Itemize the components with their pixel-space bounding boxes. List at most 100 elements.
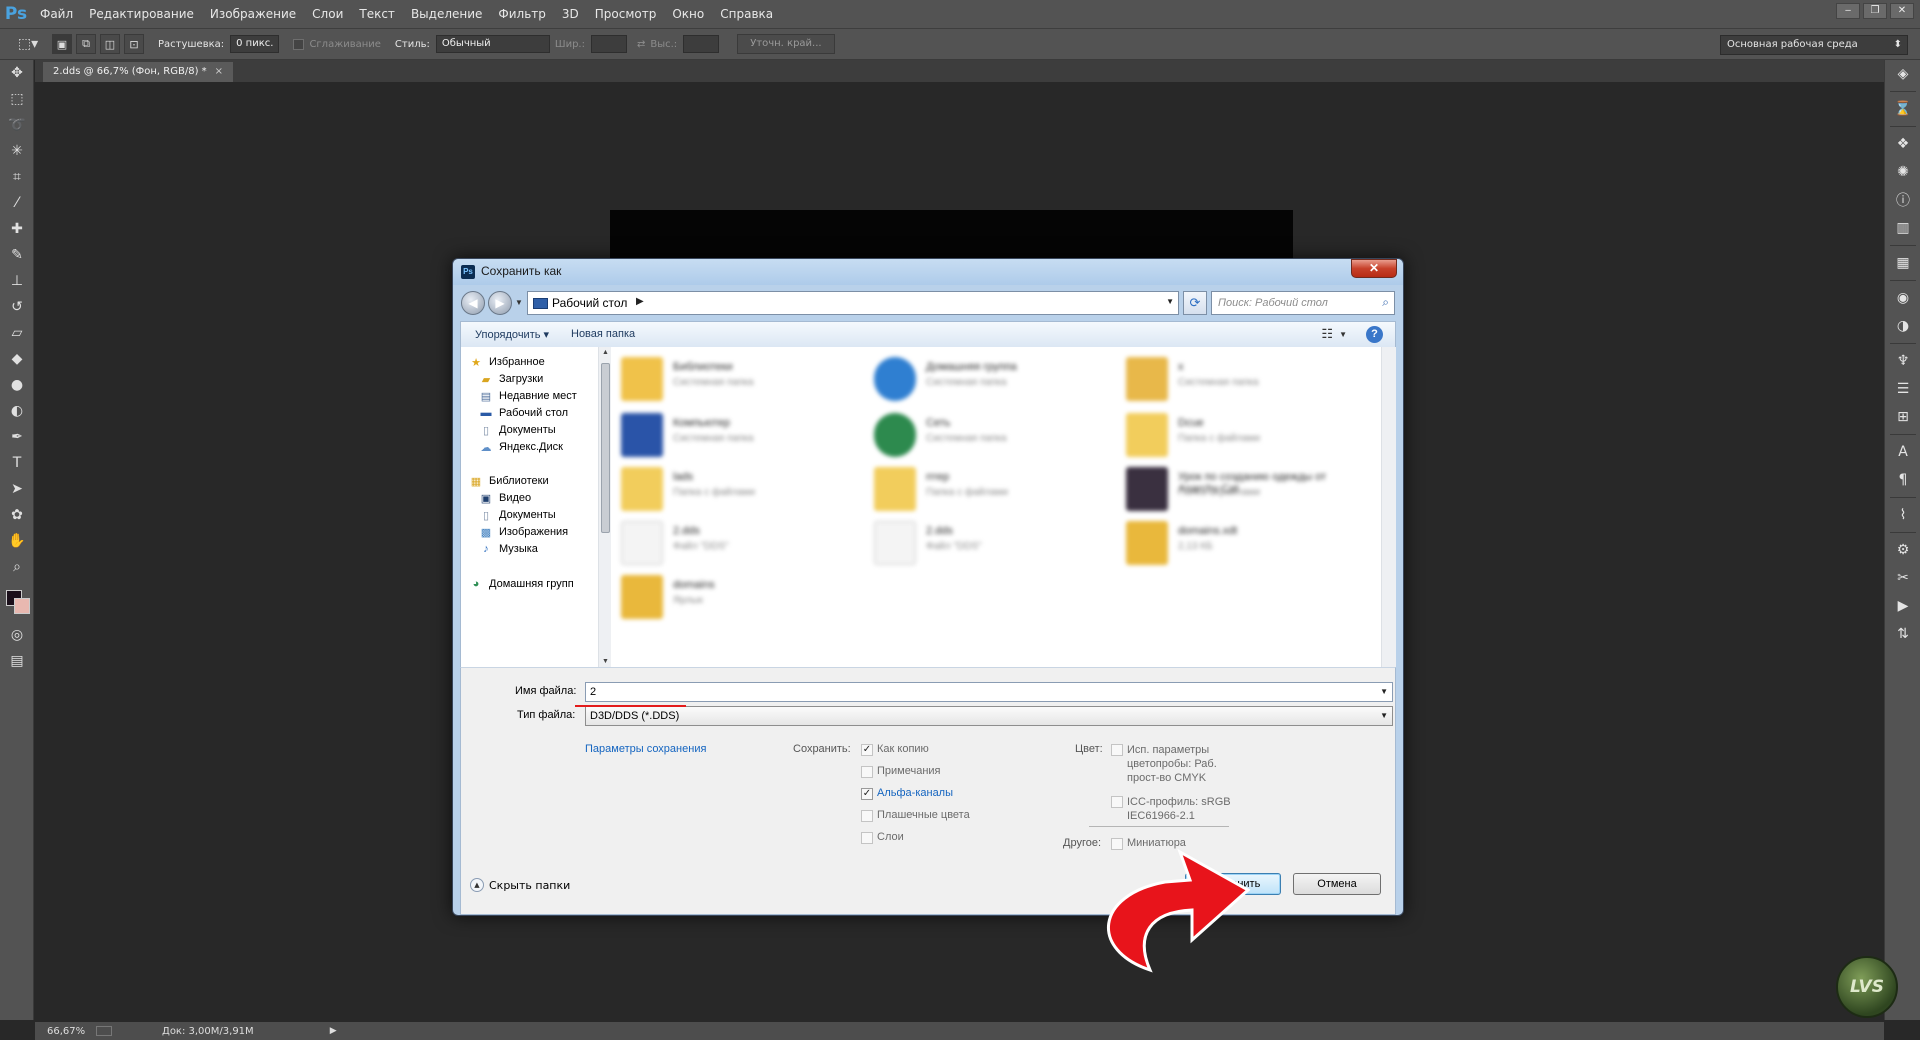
blur-tool-icon[interactable]: ● [0,372,34,398]
scroll-thumb[interactable] [601,363,610,533]
new-folder-button[interactable]: Новая папка [571,328,635,340]
width-input[interactable] [590,35,627,53]
marquee-tool-preset-icon[interactable]: ⬚▾ [8,32,48,56]
feather-input[interactable]: 0 пикс. [230,35,280,53]
menu-edit[interactable]: Редактирование [81,0,202,28]
history-brush-tool-icon[interactable]: ↺ [0,294,34,320]
background-color-swatch[interactable] [14,598,30,614]
nav-music[interactable]: ♪ Музыка [479,540,538,558]
close-window-button[interactable]: ✕ [1890,3,1914,19]
menu-3d[interactable]: 3D [554,0,587,28]
breadcrumb-chevron-icon[interactable]: ▶ [636,296,644,307]
nav-video[interactable]: ▣ Видео [479,489,531,507]
notes-checkbox[interactable] [861,766,873,778]
document-tab[interactable]: 2.dds @ 66,7% (Фон, RGB/8) * × [43,62,234,82]
antialias-checkbox[interactable] [293,38,305,50]
filename-input[interactable]: 2 ▼ [585,682,1393,702]
info-panel-icon[interactable]: ⓘ [1885,186,1920,214]
filetype-select[interactable]: D3D/DDS (*.DDS) ▼ [585,706,1393,726]
add-selection-icon[interactable]: ⧉ [76,34,96,54]
lasso-tool-icon[interactable]: ➰ [0,112,34,138]
scroll-up-icon[interactable]: ▲ [602,349,609,356]
paths-panel-icon[interactable]: ⌇ [1885,501,1920,529]
search-input[interactable]: Поиск: Рабочий стол ⌕ [1211,291,1395,315]
file-item[interactable]: 2.dds Файл "DDS" [621,519,861,569]
healing-brush-tool-icon[interactable]: ✚ [0,216,34,242]
help-icon[interactable]: ? [1366,326,1383,343]
menu-type[interactable]: Текст [351,0,403,28]
hide-folders-toggle[interactable]: ▲ Скрыть папки [470,878,570,892]
zoom-tool-icon[interactable]: ⌕ [0,554,34,580]
menu-window[interactable]: Окно [664,0,712,28]
eyedropper-tool-icon[interactable]: ⁄ [0,190,34,216]
organize-button[interactable]: Упорядочить ▾ [475,328,549,341]
icc-profile-checkbox[interactable] [1111,796,1123,808]
file-item[interactable]: Dcue Папка с файлами [1126,411,1366,461]
file-list-scrollbar[interactable] [1381,347,1396,667]
magic-wand-tool-icon[interactable]: ✳ [0,138,34,164]
restore-button[interactable]: ❐ [1863,3,1887,19]
histogram-panel-icon[interactable]: ▥ [1885,214,1920,242]
as-copy-checkbox[interactable]: ✓ [861,744,873,756]
nav-libraries[interactable]: ▦ Библиотеки [469,472,549,490]
menu-file[interactable]: Файл [32,0,81,28]
menu-layers[interactable]: Слои [304,0,351,28]
close-tab-icon[interactable]: × [215,66,223,77]
file-item[interactable]: rrrеp Папка с файлами [874,465,1114,515]
height-input[interactable] [683,35,720,53]
eraser-tool-icon[interactable]: ▱ [0,320,34,346]
file-item[interactable]: 2.dds Файл "DDS" [874,519,1114,569]
swap-dimensions-icon[interactable]: ⇄ [637,39,645,50]
paragraph-panel-icon[interactable]: ¶ [1885,466,1920,494]
adjustments-panel-icon[interactable]: ✺ [1885,158,1920,186]
history-dropdown-icon[interactable]: ▼ [515,298,523,307]
clone-source-panel-icon[interactable]: ⊞ [1885,403,1920,431]
cancel-button[interactable]: Отмена [1293,873,1381,895]
paint-bucket-tool-icon[interactable]: ◆ [0,346,34,372]
path-selection-tool-icon[interactable]: ➤ [0,476,34,502]
forward-arrow-icon[interactable]: ▶ [488,291,512,315]
zoom-level[interactable]: 66,67% [47,1026,92,1037]
pen-tool-icon[interactable]: ✒ [0,424,34,450]
back-arrow-icon[interactable]: ◀ [461,291,485,315]
tool-presets-panel-icon[interactable]: ✂ [1885,564,1920,592]
nav-desktop[interactable]: ▬ Рабочий стол [479,404,569,422]
layers-panel-icon[interactable]: ◈ [1885,60,1920,88]
nav-homegroup[interactable]: ◕ Домашняя групп [469,575,574,593]
new-selection-icon[interactable]: ▣ [52,34,72,54]
type-tool-icon[interactable]: T [0,450,34,476]
brush-tool-icon[interactable]: ✎ [0,242,34,268]
color-panel-icon[interactable]: ❖ [1885,130,1920,158]
shape-tool-icon[interactable]: ✿ [0,502,34,528]
nav-recent-places[interactable]: ▤ Недавние мест [479,387,577,405]
refresh-icon[interactable]: ⟳ [1183,291,1207,315]
file-item[interactable]: Домашняя группа Системная папка [874,355,1114,405]
screen-mode-icon[interactable]: ▤ [0,648,34,674]
file-item[interactable]: Библиотеки Системная папка [621,355,861,405]
nav-favorites[interactable]: ★ Избранное [469,353,545,371]
dodge-tool-icon[interactable]: ◐ [0,398,34,424]
nav-yandex-disk[interactable]: ☁ Яндекс.Диск [479,438,563,456]
swatches-panel-icon[interactable]: ▦ [1885,249,1920,277]
address-dropdown-icon[interactable]: ▼ [1166,297,1174,306]
spot-colors-checkbox[interactable] [861,810,873,822]
address-bar[interactable]: Рабочий стол ▶ ▼ [527,291,1179,315]
refine-edge-button[interactable]: Уточн. край... [737,34,835,54]
change-view-icon[interactable]: ☷ [1321,326,1333,342]
save-options-link[interactable]: Параметры сохранения [585,743,706,755]
dialog-titlebar[interactable]: Ps Сохранить как ✕ [453,259,1403,285]
filename-dropdown-icon[interactable]: ▼ [1380,683,1388,701]
character-panel-icon[interactable]: A [1885,438,1920,466]
subtract-selection-icon[interactable]: ◫ [100,34,120,54]
nav-lib-documents[interactable]: ▯ Документы [479,506,556,524]
status-menu-arrow-icon[interactable]: ▶ [330,1026,337,1036]
alpha-channels-checkbox[interactable]: ✓ [861,788,873,800]
navigator-panel-icon[interactable]: ◉ [1885,284,1920,312]
history-panel-icon[interactable]: ⌛ [1885,95,1920,123]
file-item[interactable]: Сеть Системная папка [874,411,1114,461]
menu-help[interactable]: Справка [712,0,781,28]
view-dropdown-icon[interactable]: ▼ [1339,330,1347,339]
move-tool-icon[interactable]: ✥ [0,60,34,86]
file-item[interactable]: Компьютер Системная папка [621,411,861,461]
filetype-dropdown-icon[interactable]: ▼ [1380,707,1388,725]
